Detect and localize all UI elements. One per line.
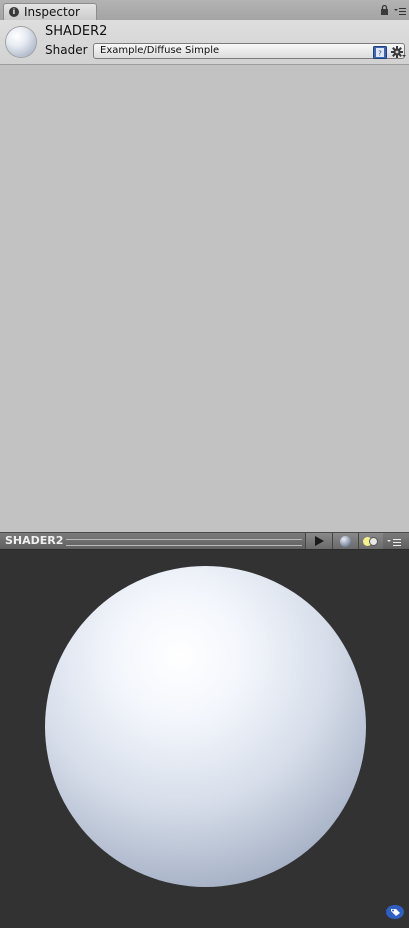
inspector-body	[0, 65, 409, 532]
gear-icon[interactable]	[391, 45, 406, 59]
light-toggle-icon-secondary	[369, 537, 378, 546]
play-icon	[315, 536, 324, 546]
sphere-thumbnail	[6, 27, 36, 57]
preview-toolbar: SHADER2	[0, 532, 409, 550]
resize-handle[interactable]	[66, 539, 302, 546]
tab-bar: i Inspector	[0, 0, 409, 21]
shader-value: Example/Diffuse Simple	[100, 45, 220, 56]
play-button[interactable]	[305, 533, 332, 549]
light-toggle-button[interactable]	[358, 533, 383, 549]
menu-icon[interactable]	[387, 538, 401, 546]
tag-icon[interactable]	[386, 905, 404, 919]
tab-label: Inspector	[24, 5, 80, 19]
help-book-icon[interactable]: ?	[373, 46, 387, 59]
svg-text:?: ?	[378, 50, 382, 58]
preview-mesh-button[interactable]	[332, 533, 358, 549]
tab-inspector[interactable]: i Inspector	[3, 3, 97, 20]
preview-sphere-icon	[340, 536, 351, 547]
info-icon: i	[9, 7, 19, 17]
material-preview[interactable]	[0, 550, 409, 928]
shader-label: Shader	[45, 43, 88, 57]
material-name: SHADER2	[45, 24, 108, 39]
lock-icon[interactable]	[380, 5, 389, 15]
shader-dropdown[interactable]: Example/Diffuse Simple	[93, 43, 405, 59]
tab-menu-icon[interactable]	[394, 7, 406, 15]
material-header: SHADER2 Shader Example/Diffuse Simple ?	[0, 20, 409, 65]
preview-sphere	[45, 566, 366, 887]
preview-title: SHADER2	[5, 534, 64, 547]
